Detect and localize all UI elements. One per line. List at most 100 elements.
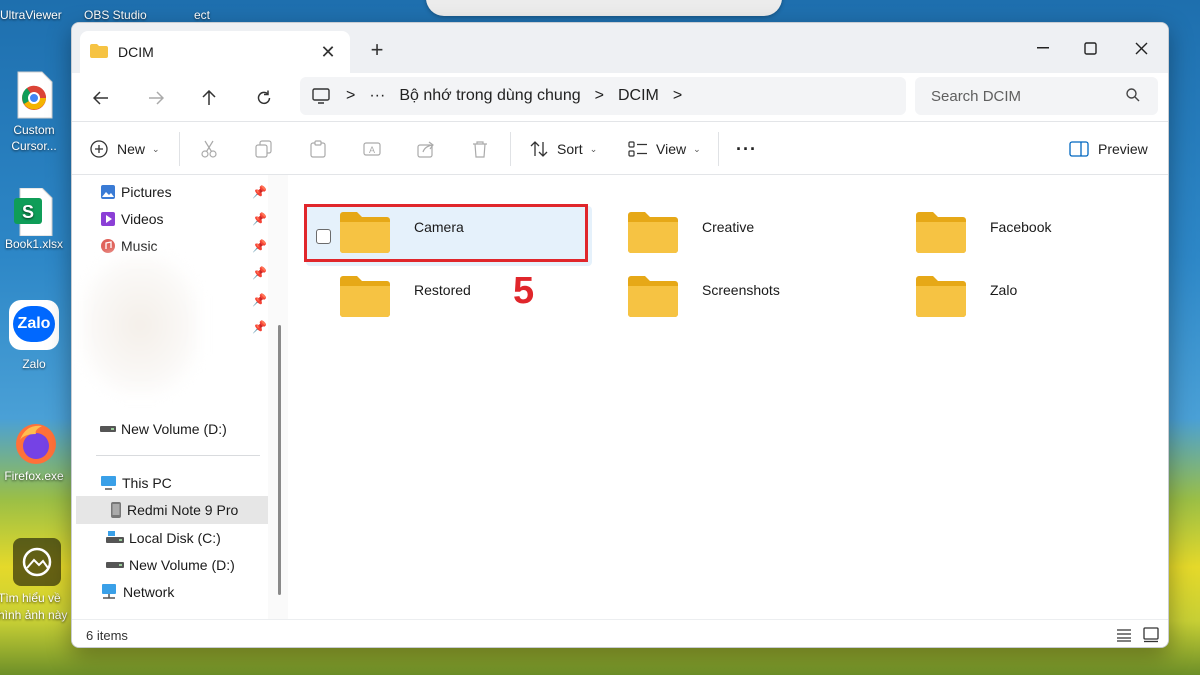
folder-icon (90, 43, 108, 61)
forward-button[interactable] (140, 82, 172, 114)
view-button[interactable]: View ⌄ (628, 136, 701, 162)
folder-name: Facebook (990, 219, 1052, 235)
chrome-icon (12, 70, 56, 119)
tiles-view-icon[interactable] (1143, 627, 1159, 646)
phone-icon (110, 501, 122, 519)
desktop-label-obs[interactable]: OBS Studio (84, 8, 147, 22)
clipboard-icon (310, 140, 326, 158)
preview-button[interactable]: Preview (1069, 136, 1148, 162)
sidebar-item-videos[interactable]: Videos (100, 206, 164, 232)
refresh-icon (257, 90, 271, 105)
status-bar: 6 items (72, 619, 1168, 647)
desktop-label-ultraviewer[interactable]: UltraViewer (0, 8, 62, 22)
paste-button[interactable] (309, 136, 327, 162)
minimize-button[interactable] (1020, 33, 1066, 63)
new-button[interactable]: New ⌄ (90, 136, 160, 162)
folder-icon (340, 275, 390, 320)
new-tab-button[interactable]: + (365, 37, 389, 63)
folder-item-facebook[interactable]: Facebook (882, 206, 1168, 266)
folder-item-screenshots[interactable]: Screenshots (594, 270, 880, 330)
sidebar-item-network[interactable]: Network (100, 579, 174, 605)
desktop-icon-firefox[interactable]: Firefox.exe (0, 420, 70, 484)
share-button[interactable] (417, 136, 435, 162)
close-tab-icon[interactable]: ✕ (316, 42, 340, 63)
details-view-icon[interactable] (1116, 628, 1132, 645)
close-window-button[interactable] (1118, 33, 1164, 63)
up-button[interactable] (193, 82, 225, 114)
pin-icon[interactable]: 📌 (252, 266, 267, 280)
music-icon (100, 238, 116, 254)
drive-icon (106, 560, 124, 570)
desktop-label-ect[interactable]: ect (194, 8, 210, 22)
desktop-icon-label: Custom Cursor... (11, 123, 57, 153)
folder-item-creative[interactable]: Creative (594, 206, 880, 266)
svg-text:A: A (369, 145, 375, 155)
more-options-button[interactable]: ··· (736, 136, 757, 162)
navigation-bar: > ··· Bộ nhớ trong dùng chung > DCIM > (72, 73, 1168, 121)
pin-icon[interactable]: 📌 (252, 212, 267, 226)
chevron-down-icon: ⌄ (693, 143, 701, 154)
computer-icon[interactable] (312, 88, 330, 104)
breadcrumb-internal-storage[interactable]: Bộ nhớ trong dùng chung (399, 87, 580, 105)
search-input[interactable] (915, 77, 1158, 115)
sidebar-item-this-pc[interactable]: This PC (100, 470, 172, 496)
folder-name: Creative (702, 219, 755, 235)
copy-icon (255, 140, 272, 158)
tab-dcim[interactable]: DCIM ✕ (80, 31, 350, 73)
sidebar-item-new-volume-d[interactable]: New Volume (D:) (106, 552, 235, 578)
delete-button[interactable] (472, 136, 488, 162)
refresh-button[interactable] (248, 82, 280, 114)
select-checkbox[interactable] (316, 229, 331, 244)
rename-button[interactable]: A (363, 136, 381, 162)
command-bar: New ⌄ A Sort ⌄ View ⌄ ··· Preview (72, 121, 1168, 175)
desktop-icon-zalo[interactable]: Zalo Zalo (0, 300, 70, 372)
sidebar-item-label: Pictures (121, 184, 172, 200)
desktop-icon-book1[interactable]: S Book1.xlsx (0, 187, 70, 252)
copy-button[interactable] (255, 136, 273, 162)
pin-icon[interactable]: 📌 (252, 293, 267, 307)
sidebar-scrollbar-thumb[interactable] (278, 325, 281, 595)
folder-item-restored[interactable]: Restored (306, 270, 592, 330)
preview-label: Preview (1098, 141, 1148, 157)
view-icon (628, 141, 647, 157)
folder-icon (340, 211, 390, 256)
folder-item-zalo[interactable]: Zalo (882, 270, 1168, 330)
sidebar-item-local-disk-c[interactable]: Local Disk (C:) (106, 525, 221, 551)
address-bar[interactable]: > ··· Bộ nhớ trong dùng chung > DCIM > (300, 77, 906, 115)
breadcrumb-separator[interactable]: > (346, 87, 355, 105)
firefox-icon (12, 420, 56, 464)
breadcrumb-more[interactable]: ··· (369, 87, 385, 105)
folder-item-camera[interactable]: Camera (306, 206, 592, 266)
breadcrumb-dcim[interactable]: DCIM (618, 87, 659, 105)
desktop-icon-spotlight[interactable]: Tìm hiểu về hình ảnh này (0, 538, 76, 624)
folder-icon (628, 275, 678, 320)
breadcrumb-separator[interactable]: > (673, 87, 682, 105)
sidebar-item-label: Videos (121, 211, 164, 227)
back-button[interactable] (85, 82, 117, 114)
top-search-pill[interactable] (426, 0, 782, 16)
desktop-icon-custom-cursor[interactable]: Custom Cursor... (0, 70, 70, 154)
sort-button[interactable]: Sort ⌄ (530, 136, 597, 162)
chevron-down-icon: ⌄ (589, 143, 598, 154)
zalo-logo-text: Zalo (13, 306, 55, 342)
breadcrumb-separator[interactable]: > (595, 87, 604, 105)
sidebar-item-label: Local Disk (C:) (129, 530, 221, 546)
sort-icon (530, 141, 548, 157)
sidebar-item-pictures[interactable]: Pictures (100, 179, 172, 205)
sidebar-item-redmi-note-9-pro[interactable]: Redmi Note 9 Pro (76, 496, 268, 524)
trash-icon (473, 141, 487, 158)
folder-icon (916, 275, 966, 320)
minimize-icon (1037, 47, 1049, 49)
sidebar-item-label: New Volume (D:) (121, 421, 227, 437)
cut-button[interactable] (200, 136, 218, 162)
pin-icon[interactable]: 📌 (252, 320, 267, 334)
pin-icon[interactable]: 📌 (252, 239, 267, 253)
pin-icon[interactable]: 📌 (252, 185, 267, 199)
divider (510, 132, 511, 166)
videos-icon (100, 211, 116, 227)
search-icon[interactable] (1126, 88, 1140, 105)
maximize-button[interactable] (1067, 33, 1113, 63)
sidebar-item-new-volume-pinned[interactable]: New Volume (D:) (100, 416, 227, 442)
network-icon (100, 583, 118, 601)
file-list: Camera Creative Facebook Restored Screen (288, 175, 1168, 619)
